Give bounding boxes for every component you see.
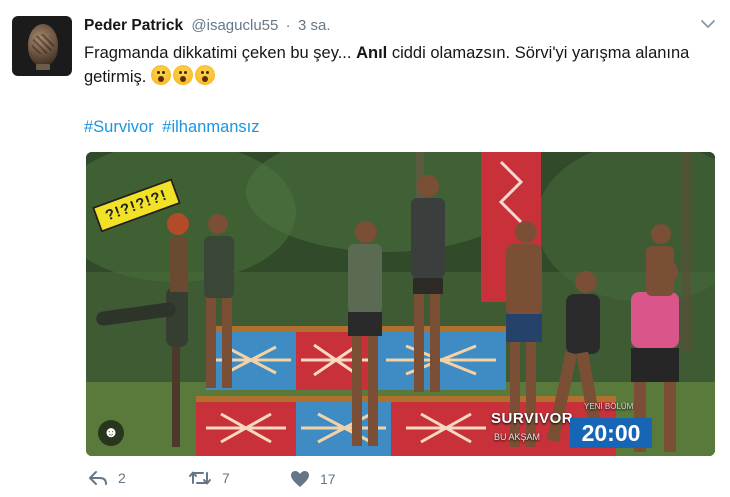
reply-icon (89, 471, 107, 485)
hashtag-survivor[interactable]: #Survivor (84, 118, 154, 136)
air-time: 20:00 (570, 418, 652, 448)
hashtags: #Survivor #ilhanmansız (84, 118, 264, 137)
screaming-face-icon (150, 65, 171, 85)
retweet-count: 7 (222, 470, 230, 486)
retweet-button[interactable]: 7 (188, 470, 230, 486)
tweet-image[interactable]: ?!?!?!?! ☻ YENİ BÖLÜM SURVIVOR BU AKŞAM … (86, 152, 715, 456)
reply-button[interactable]: 2 (88, 470, 126, 486)
user-handle[interactable]: @isaguclu55 (191, 17, 278, 34)
chevron-down-icon[interactable] (700, 18, 716, 30)
like-button[interactable]: 17 (290, 470, 336, 488)
brand-subtitle: BU AKŞAM (494, 432, 541, 442)
heart-icon (291, 471, 309, 487)
tweet-header: Peder Patrick @isaguclu55 · 3 sa. (84, 16, 331, 36)
tweet-text: Fragmanda dikkatimi çeken bu şey... Anıl… (84, 44, 690, 86)
display-name[interactable]: Peder Patrick (84, 17, 183, 34)
bold-name: Anıl (356, 44, 388, 62)
episode-label: YENİ BÖLÜM (584, 402, 634, 411)
reply-count: 2 (118, 470, 126, 486)
avatar[interactable] (12, 16, 72, 76)
separator-dot: · (285, 17, 291, 34)
egg-figurine-image (28, 24, 58, 66)
smile-icon[interactable]: ☻ (98, 420, 124, 446)
timestamp[interactable]: 3 sa. (298, 17, 331, 34)
retweet-icon (189, 471, 211, 485)
screaming-face-icon (194, 65, 215, 85)
screaming-face-icon (172, 65, 193, 85)
like-count: 17 (320, 471, 336, 487)
hashtag-ilhanmansiz[interactable]: #ilhanmansız (162, 118, 259, 136)
survivor-logo: SURVIVOR (491, 410, 574, 427)
tweet-card: Peder Patrick @isaguclu55 · 3 sa. Fragma… (0, 0, 730, 497)
